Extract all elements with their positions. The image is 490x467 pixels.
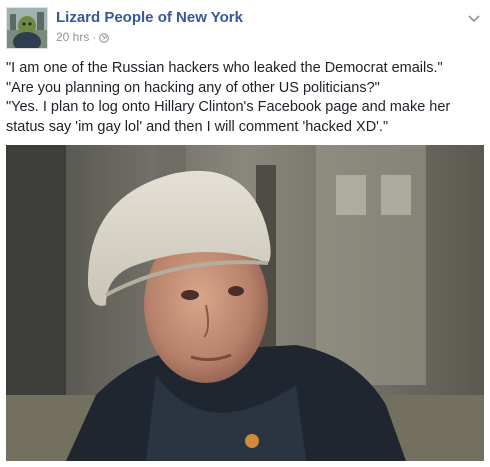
post-photo[interactable] xyxy=(6,145,484,461)
post-timestamp[interactable]: 20 hrs xyxy=(56,30,89,44)
chevron-down-icon[interactable] xyxy=(468,10,480,23)
post-text: "I am one of the Russian hackers who lea… xyxy=(6,59,484,137)
post-meta: 20 hrs · xyxy=(56,30,110,44)
meta-separator: · xyxy=(92,30,97,44)
post-line-1: "I am one of the Russian hackers who lea… xyxy=(6,60,443,76)
page-name-link[interactable]: Lizard People of New York xyxy=(56,9,243,26)
page-avatar[interactable] xyxy=(6,7,48,49)
post-line-2: "Are you planning on hacking any of othe… xyxy=(6,79,380,96)
globe-icon[interactable] xyxy=(99,32,110,43)
facebook-post: Lizard People of New York 20 hrs · "I am… xyxy=(0,0,490,467)
post-line-3: "Yes. I plan to log onto Hillary Clinton… xyxy=(6,99,451,135)
